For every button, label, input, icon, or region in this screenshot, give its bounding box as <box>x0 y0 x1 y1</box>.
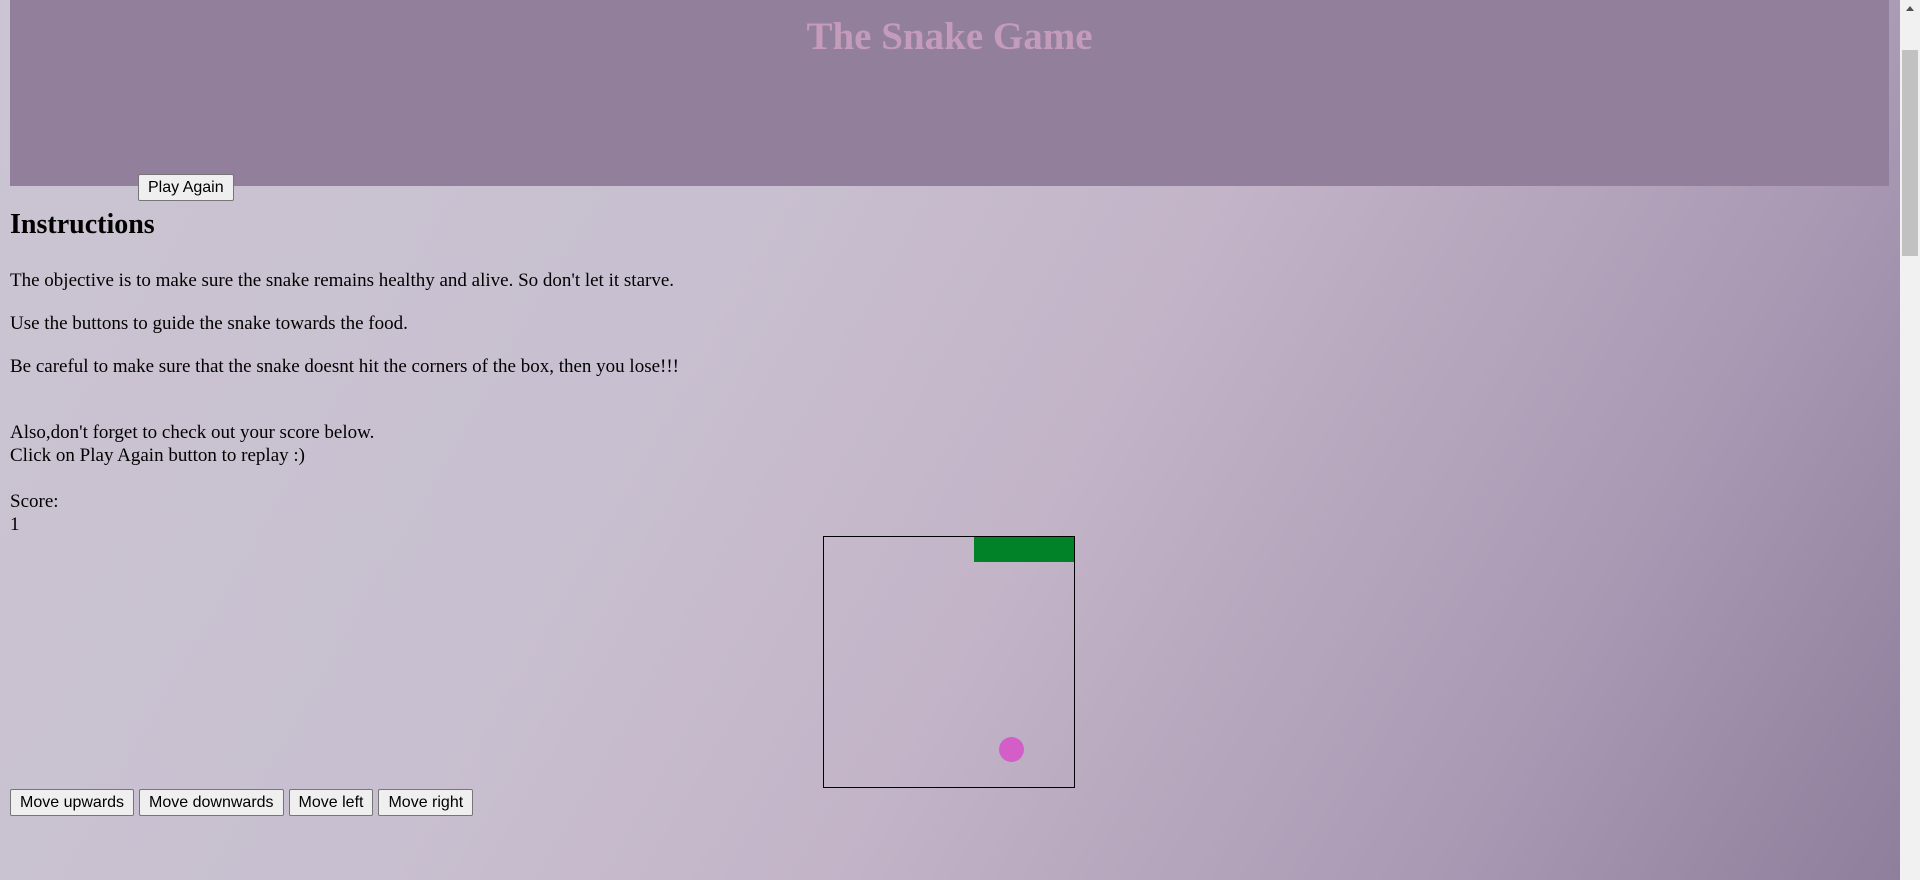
move-right-button[interactable]: Move right <box>378 789 474 816</box>
instruction-score-note: Also,don't forget to check out your scor… <box>10 422 375 443</box>
play-again-button[interactable]: Play Again <box>138 174 234 201</box>
instruction-objective: The objective is to make sure the snake … <box>10 270 675 291</box>
snake-segment <box>999 537 1024 562</box>
score-label: Score: <box>10 491 59 512</box>
instruction-replay-note: Click on Play Again button to replay :) <box>10 445 305 466</box>
move-left-button[interactable]: Move left <box>288 789 374 816</box>
instruction-warning: Be careful to make sure that the snake d… <box>10 356 680 377</box>
scrollbar-thumb[interactable] <box>1902 50 1918 256</box>
instruction-guide: Use the buttons to guide the snake towar… <box>10 313 408 334</box>
scroll-up-arrow-icon[interactable] <box>1900 0 1920 17</box>
game-board[interactable] <box>823 536 1075 788</box>
snake-segment <box>974 537 999 562</box>
vertical-scrollbar[interactable] <box>1900 0 1920 880</box>
direction-controls: Move upwards Move downwards Move left Mo… <box>10 789 474 816</box>
page: The Snake Game Play Again Instructions T… <box>0 0 1900 880</box>
score-value: 1 <box>10 514 20 535</box>
instructions-heading: Instructions <box>10 209 155 240</box>
move-up-button[interactable]: Move upwards <box>10 789 135 816</box>
page-title: The Snake Game <box>806 15 1093 58</box>
food-pellet <box>999 737 1024 762</box>
move-down-button[interactable]: Move downwards <box>139 789 284 816</box>
header-banner: The Snake Game <box>10 0 1889 186</box>
snake-segment <box>1049 537 1074 562</box>
snake-segment <box>1024 537 1049 562</box>
